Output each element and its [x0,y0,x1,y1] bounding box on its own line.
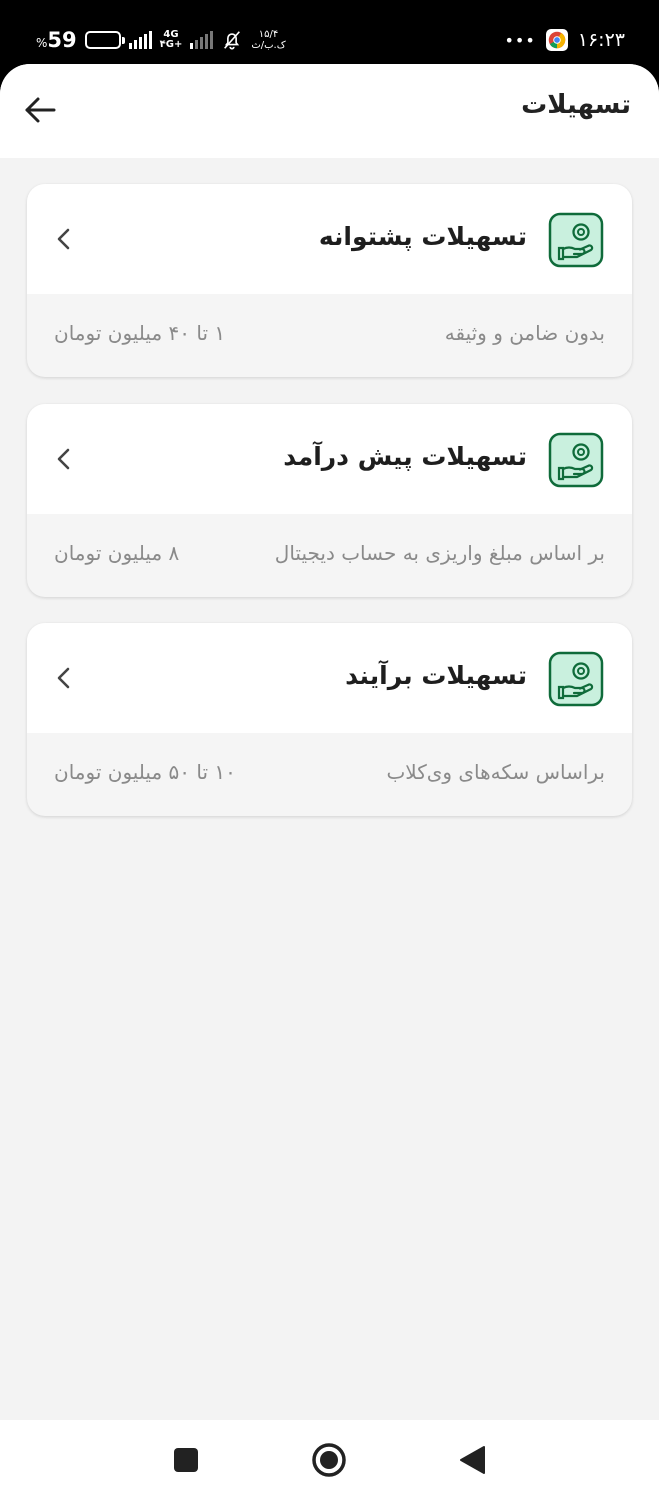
chevron-left-icon [57,448,70,470]
app-bar: تسهیلات [0,64,659,158]
chevron-left-icon [57,228,70,250]
card-barayand[interactable]: تسهیلات برآیند براساس سکه‌های وی‌کلاب ۱۰… [27,623,632,816]
data-speed-unit: ک.ب/ث [251,40,286,51]
network-sub-label: ۴G+ [159,39,183,50]
data-speed-value: ۱۵/۴ [258,29,279,40]
card-description: بدون ضامن و وثیقه [444,321,605,345]
system-nav-bar [0,1420,659,1500]
card-amount: ۸ میلیون تومان [54,541,180,565]
card-title: تسهیلات پشتوانه [318,222,527,251]
arrow-left-icon [25,97,56,123]
data-speed: ۱۵/۴ ک.ب/ث [251,29,285,51]
card-pish-daramad[interactable]: تسهیلات پیش درآمد بر اساس مبلغ واریزی به… [27,404,632,597]
card-amount: ۱ تا ۴۰ میلیون تومان [54,321,226,345]
app-screen: تسهیلات تسهیلات پشتوانه بدون ضامن و وثیق [0,64,659,1500]
card-title: تسهیلات پیش درآمد [283,442,527,471]
page-title: تسهیلات [521,90,631,120]
overflow-dots: ••• [504,30,536,50]
signal-icon [128,31,152,49]
status-right: ••• ۱۶:۲۳ [504,26,625,54]
bell-off-icon [224,31,241,50]
status-left: %59 4G ۴G+ ۱۵/۴ ک.ب/ث [36,24,286,56]
card-header: تسهیلات پشتوانه [27,184,632,294]
hand-coin-icon [548,212,604,268]
status-bar: %59 4G ۴G+ ۱۵/۴ ک.ب/ث ••• ۱۶:۲۳ [0,0,659,64]
network-type: 4G ۴G+ [160,30,183,50]
circle-icon [312,1443,346,1477]
hand-coin-icon [548,432,604,488]
square-icon [174,1448,198,1472]
battery-unit: % [36,36,48,50]
chevron-left-icon [57,667,70,689]
clock-time: ۱۶:۲۳ [577,29,625,51]
card-poshtvaneh[interactable]: تسهیلات پشتوانه بدون ضامن و وثیقه ۱ تا ۴… [27,184,632,377]
card-description: بر اساس مبلغ واریزی به حساب دیجیتال [274,541,605,565]
card-header: تسهیلات پیش درآمد [27,404,632,514]
signal-icon-secondary [190,31,214,49]
card-title: تسهیلات برآیند [345,661,527,690]
hand-coin-icon [548,651,604,707]
card-amount: ۱۰ تا ۵۰ میلیون تومان [54,760,236,784]
home-button[interactable] [309,1440,349,1480]
chrome-icon [545,29,568,51]
card-description: براساس سکه‌های وی‌کلاب [386,760,605,784]
back-button[interactable] [22,92,58,128]
recents-button[interactable] [166,1440,206,1480]
battery-percent: %59 [36,28,77,52]
battery-value: 59 [47,28,77,52]
battery-icon [84,31,125,49]
triangle-back-icon [460,1446,485,1474]
back-nav-button[interactable] [452,1440,492,1480]
card-header: تسهیلات برآیند [27,623,632,733]
